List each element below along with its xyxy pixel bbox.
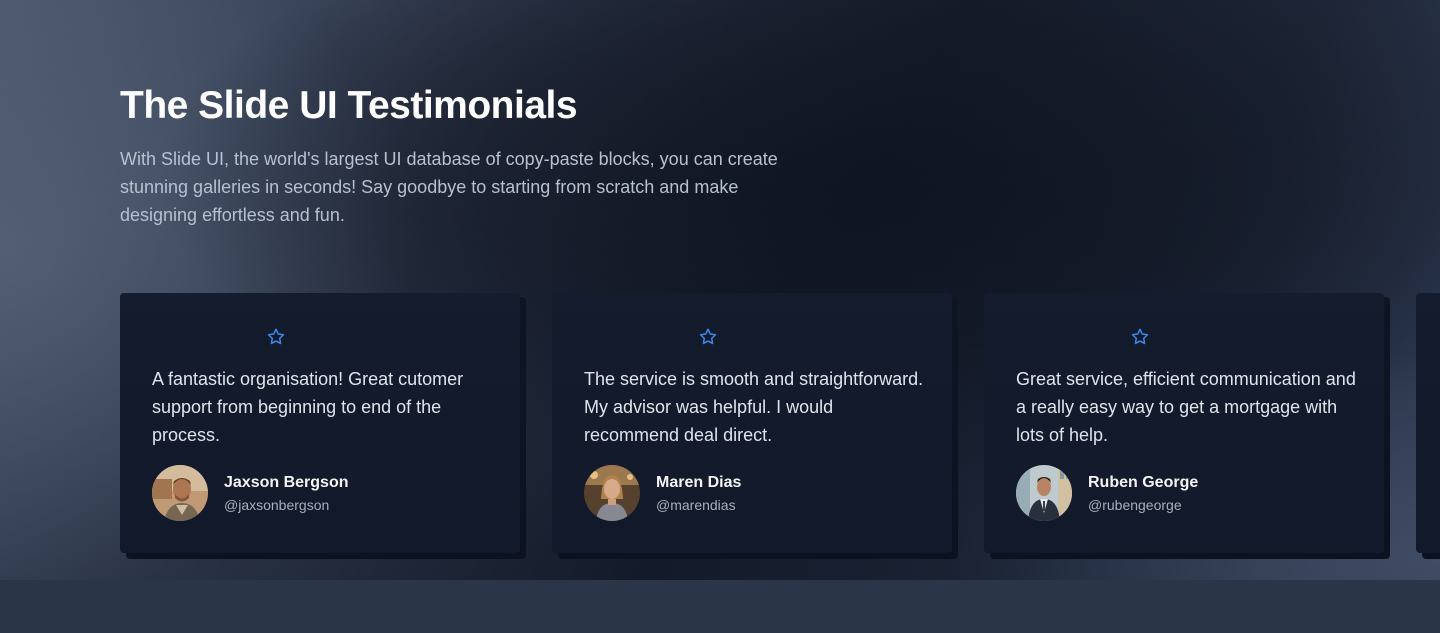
testimonial-card-body: Great service, efficient communication a… [984, 293, 1384, 553]
testimonial-card: A fantastic organisation! Great cutomer … [120, 293, 526, 559]
avatar [152, 465, 208, 521]
next-testimonial-card-peek [1416, 293, 1440, 553]
testimonial-card-body: The service is smooth and straightforwar… [552, 293, 952, 553]
author-name: Ruben George [1088, 474, 1199, 491]
author-name: Jaxson Bergson [224, 474, 349, 491]
author-handle: @rubengeorge [1088, 497, 1182, 513]
section-bottom-band [0, 580, 1440, 633]
section-description: With Slide UI, the world's largest UI da… [120, 149, 778, 225]
testimonial-quote: Great service, efficient communication a… [1016, 369, 1356, 445]
testimonial-quote: The service is smooth and straightforwar… [584, 369, 924, 445]
star-icon [267, 328, 285, 345]
author-handle: @jaxsonbergson [224, 497, 330, 513]
page-title: The Slide UI Testimonials [120, 84, 578, 127]
testimonials-hero: The Slide UI Testimonials With Slide UI,… [0, 0, 1440, 580]
avatar [584, 465, 640, 521]
author-name: Maren Dias [656, 474, 742, 491]
testimonial-card: The service is smooth and straightforwar… [552, 293, 958, 559]
testimonial-quote: A fantastic organisation! Great cutomer … [152, 369, 464, 445]
testimonial-card: Great service, efficient communication a… [984, 293, 1390, 559]
avatar [1016, 465, 1072, 521]
star-icon [699, 328, 717, 345]
author-handle: @marendias [656, 497, 736, 513]
testimonial-card-body: A fantastic organisation! Great cutomer … [120, 293, 520, 553]
star-icon [1131, 328, 1149, 345]
